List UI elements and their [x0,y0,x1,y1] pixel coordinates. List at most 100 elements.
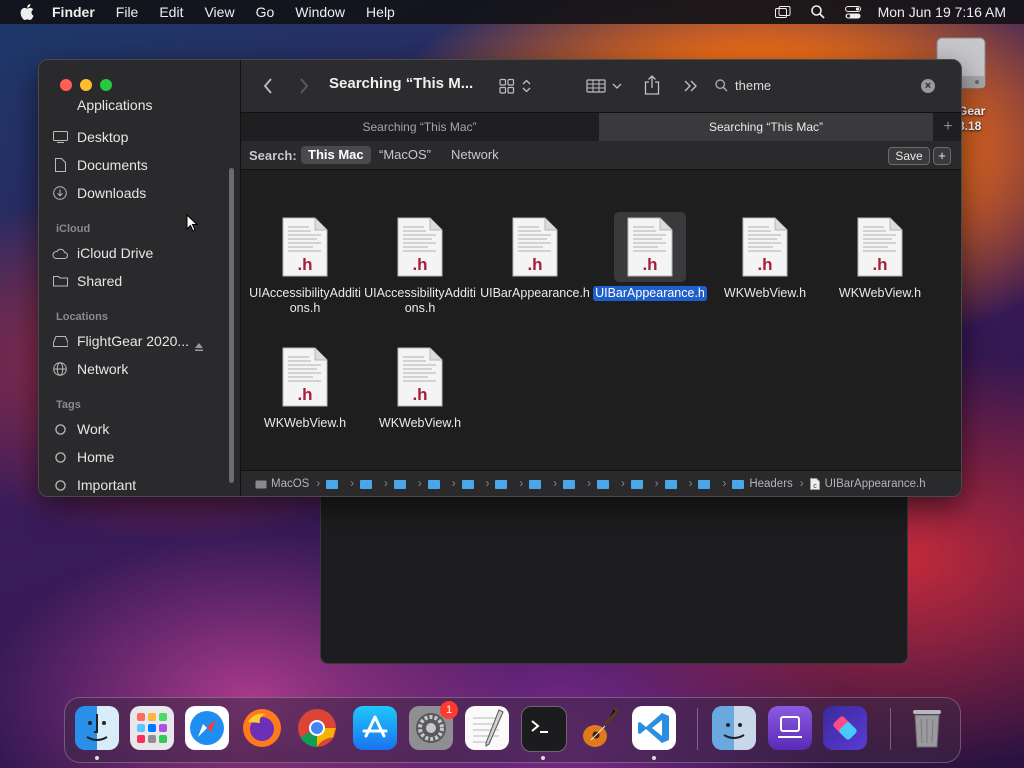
svg-text:.h: .h [297,255,312,274]
path-folder[interactable]: › [427,478,456,490]
sidebar-item-documents[interactable]: Documents [52,154,148,176]
sidebar-item-network[interactable]: Network [52,358,128,380]
group-button[interactable] [585,76,625,96]
sidebar-item-shared[interactable]: Shared [52,270,122,292]
search-field[interactable]: theme × [711,73,947,99]
path-file[interactable]: c UIBarAppearance.h [809,478,926,490]
path-chevron: › [688,478,693,490]
file-item[interactable]: .h UIBarAppearance.h [477,212,593,302]
tab-search-2[interactable]: Searching “This Mac” [599,113,933,141]
tab-search-1[interactable]: Searching “This Mac” [241,113,598,141]
dock-podcasts-icon[interactable] [768,706,812,750]
sidebar-item-tag-important[interactable]: Important [52,474,136,496]
menu-edit[interactable]: Edit [159,4,183,20]
clear-search-icon[interactable]: × [921,79,935,93]
minimize-button[interactable] [80,79,92,91]
desktop-drive-label[interactable]: Gear 3.18 [958,104,985,134]
path-folder[interactable]: › [495,478,523,490]
file-item[interactable]: .h WKWebView.h [247,342,363,432]
file-item[interactable]: .h WKWebView.h [362,342,478,432]
menu-go[interactable]: Go [256,4,275,20]
folder-icon [698,479,711,489]
folder-icon [563,479,576,489]
file-item[interactable]: .h WKWebView.h [822,212,938,302]
zoom-button[interactable] [100,79,112,91]
scope-macos[interactable]: “MacOS” [372,146,438,164]
dock-shortcuts-icon[interactable] [823,706,867,750]
back-button[interactable] [259,76,277,96]
header-file-icon: .h [397,347,443,407]
dock-terminal-icon[interactable] [521,706,567,752]
path-folder[interactable]: › [664,478,693,490]
scope-this-mac[interactable]: This Mac [301,146,371,164]
icon-view-icon [499,78,531,94]
dock-textedit-icon[interactable] [465,706,509,750]
drive-label-line1: Gear [958,104,986,118]
folder-icon [664,479,677,489]
path-folder[interactable]: › [630,478,659,490]
menu-view[interactable]: View [204,4,234,20]
menu-file[interactable]: File [116,4,139,20]
eject-icon[interactable] [194,342,204,352]
file-item-selected[interactable]: .h UIBarAppearance.h [592,212,708,302]
dock-vscode-icon[interactable] [632,706,676,750]
path-chevron: › [553,478,558,490]
share-button[interactable] [641,74,663,96]
document-icon [52,158,68,172]
path-folder[interactable]: › [360,478,388,490]
dock-system-settings-icon[interactable]: 1 [409,701,458,750]
file-item[interactable]: .h UIAccessibilityAdditions.h [247,212,363,317]
dock-preview-icon[interactable] [712,706,756,750]
path-root[interactable]: MacOS › [255,478,320,490]
chevron-double-right-icon [684,80,697,92]
save-search-button[interactable]: Save [888,147,930,165]
dock-firefox-icon[interactable] [240,706,284,750]
sidebar-item-icloud-drive[interactable]: iCloud Drive [52,242,153,264]
path-folder[interactable]: › [393,478,422,490]
forward-button[interactable] [295,76,313,96]
path-folder[interactable]: › [563,478,591,490]
dock-finder-icon[interactable] [75,706,119,750]
path-folder[interactable]: › [461,478,489,490]
sidebar-item-label: Home [77,449,115,465]
dock-app-store-icon[interactable] [353,706,397,750]
control-center-icon[interactable] [844,5,862,19]
apple-menu-icon[interactable] [20,4,34,20]
background-window[interactable] [320,490,908,664]
spotlight-icon[interactable] [809,5,827,19]
path-folder[interactable]: › [529,478,557,490]
close-button[interactable] [60,79,72,91]
dock-safari-icon[interactable] [185,706,229,750]
path-folder[interactable]: › [596,478,625,490]
more-toolbar-button[interactable] [681,76,701,96]
sidebar-item-downloads[interactable]: Downloads [52,182,146,204]
menu-app-name[interactable]: Finder [52,4,95,20]
menu-help[interactable]: Help [366,4,395,20]
header-file-icon: .h [742,217,788,277]
new-tab-button[interactable]: + [935,113,961,141]
dock-garageband-icon[interactable] [577,706,621,750]
view-mode-button[interactable] [497,76,537,96]
sidebar-scrollbar[interactable] [229,168,234,483]
path-headers[interactable]: Headers › [732,478,804,490]
menu-clock[interactable]: Mon Jun 19 7:16 AM [878,4,1006,20]
dock-chrome-icon[interactable] [295,706,339,750]
dock-trash-icon[interactable] [905,706,949,750]
path-bar: MacOS › › › › › › › › › › › › › Headers … [241,470,961,496]
file-item[interactable]: .h UIAccessibilityAdditions.h [362,212,478,317]
sidebar-item-desktop[interactable]: Desktop [52,126,128,148]
sidebar-item-applications[interactable]: Applications [52,98,153,116]
search-input[interactable]: theme [735,78,771,93]
display-icon[interactable] [774,5,792,19]
path-folder[interactable]: › [326,478,354,490]
sidebar-item-tag-work[interactable]: Work [52,418,109,440]
dock-launchpad-icon[interactable] [130,706,174,750]
sidebar-item-flightgear[interactable]: FlightGear 2020... [52,330,189,352]
sidebar-item-tag-home[interactable]: Home [52,446,114,468]
scope-network[interactable]: Network [444,146,506,164]
search-scope-label: Search: [249,148,297,163]
menu-window[interactable]: Window [295,4,345,20]
path-folder[interactable]: › [698,478,726,490]
file-item[interactable]: .h WKWebView.h [707,212,823,302]
add-criteria-button[interactable]: + [933,147,951,165]
